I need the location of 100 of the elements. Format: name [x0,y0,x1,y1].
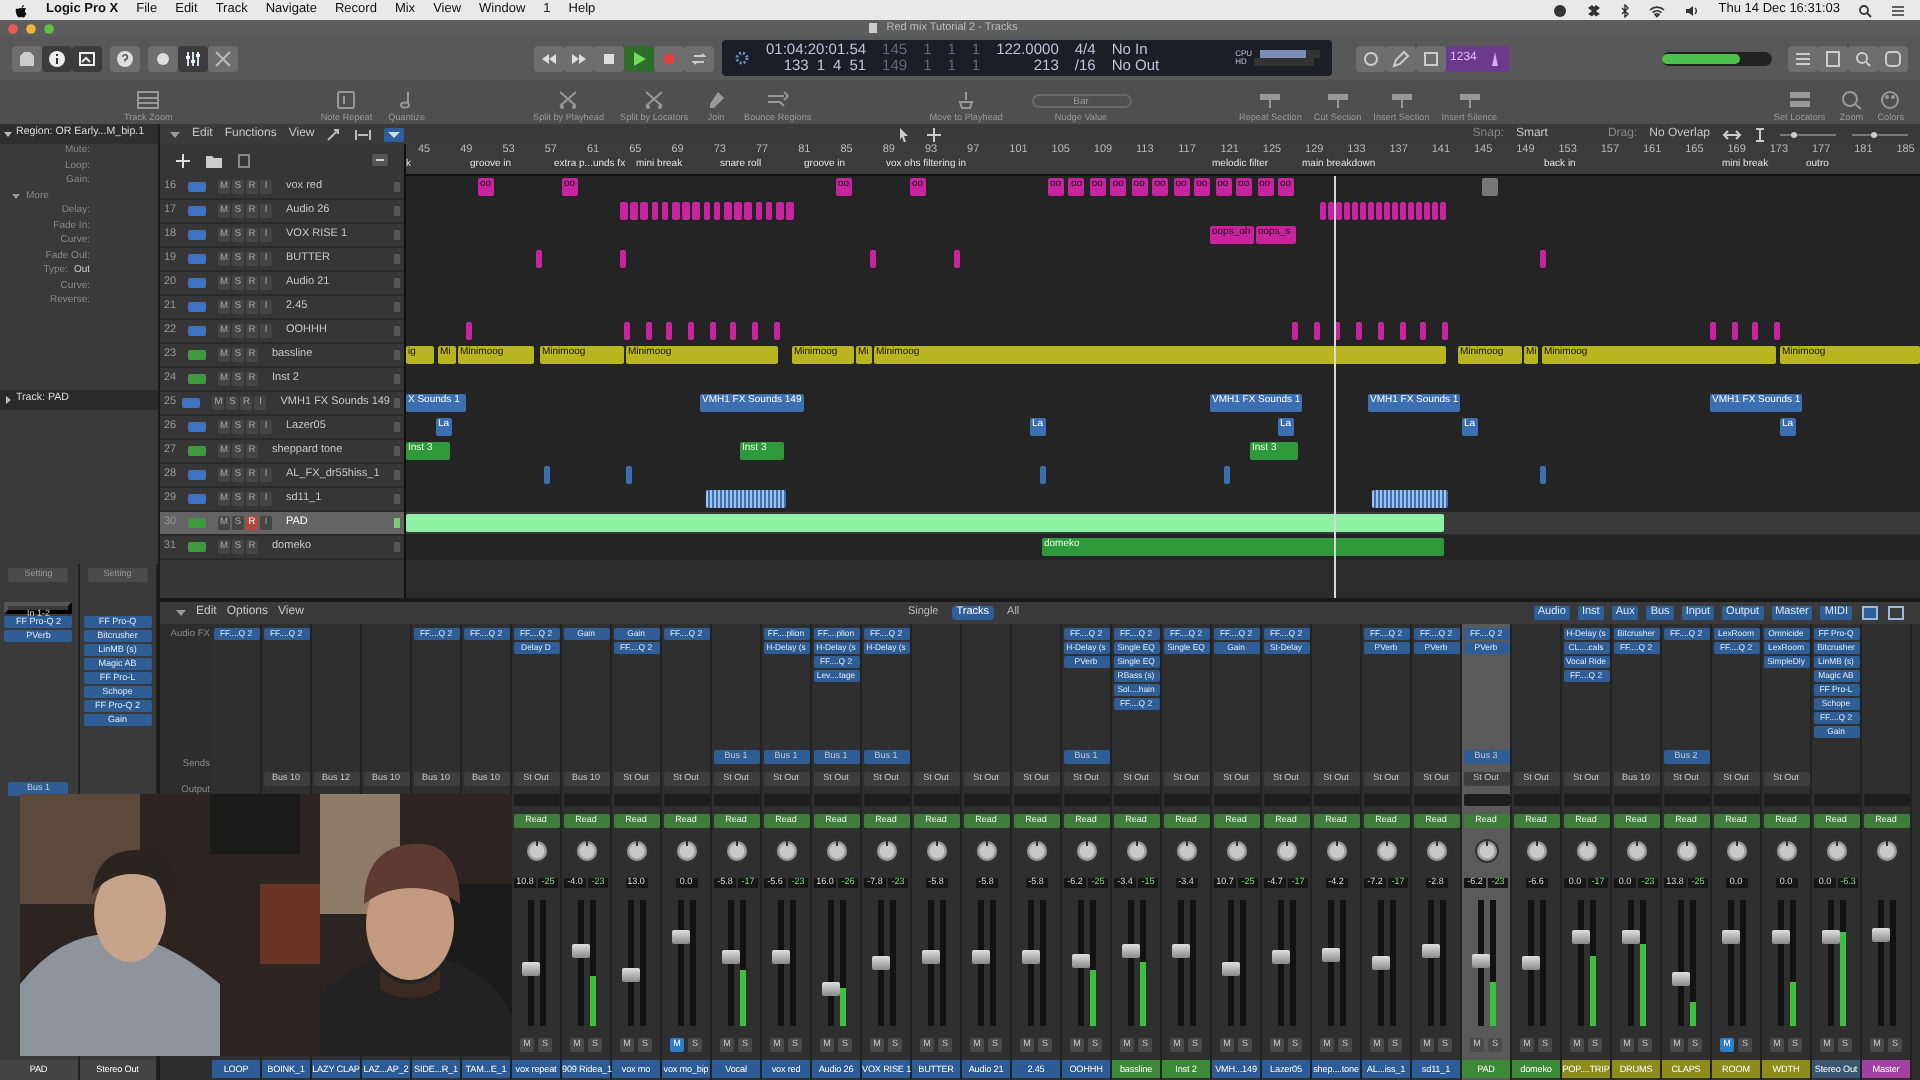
region-marker[interactable] [786,202,794,220]
region-marker[interactable] [536,250,542,268]
horizontal-zoom-slider-icon[interactable] [1850,127,1910,141]
pan-knob[interactable] [1523,838,1549,865]
region-marker[interactable] [776,202,783,220]
pan-knob[interactable] [1123,838,1149,865]
region-marker[interactable] [1392,202,1398,220]
region-marker[interactable] [1377,322,1384,340]
region-marker[interactable] [1292,322,1298,340]
metronome-button[interactable] [1480,45,1511,71]
region-marker[interactable] [1408,202,1414,220]
smart-controls-button[interactable] [148,45,178,71]
pan-knob[interactable] [773,838,799,865]
stop-button[interactable] [594,45,624,71]
region-marker[interactable] [1356,322,1363,340]
region[interactable] [1372,490,1448,508]
region-marker[interactable] [870,250,876,268]
region[interactable] [706,490,786,508]
region-marker[interactable] [666,322,672,340]
region-marker[interactable] [710,322,716,340]
pan-knob[interactable] [1023,838,1049,865]
crosshair-tool-icon[interactable] [926,127,943,141]
pan-knob[interactable] [1473,838,1499,865]
close-button[interactable] [8,23,18,33]
pan-knob[interactable] [1323,838,1349,865]
master-volume-slider[interactable] [1662,51,1772,65]
pan-knob[interactable] [1673,838,1699,865]
region-marker[interactable] [744,202,752,220]
pan-knob[interactable] [823,838,849,865]
pan-knob[interactable] [673,838,699,865]
region-marker[interactable] [1432,202,1438,220]
region-marker[interactable] [1376,202,1382,220]
pan-knob[interactable] [923,838,949,865]
region-marker[interactable] [755,202,763,220]
pan-knob[interactable] [1773,838,1799,865]
region-marker[interactable] [1424,202,1430,220]
region-marker[interactable] [646,322,652,340]
menu-icon[interactable] [1890,3,1906,17]
region-marker[interactable] [730,322,736,340]
pan-knob[interactable] [973,838,999,865]
region-marker[interactable] [1441,322,1448,340]
region-marker[interactable] [1368,202,1374,220]
play-button[interactable] [624,45,654,71]
pan-knob[interactable] [623,838,649,865]
region-marker[interactable] [1352,202,1358,220]
vertical-zoom-icon[interactable] [1754,127,1766,141]
pan-knob[interactable] [1823,838,1849,865]
region-marker[interactable] [661,202,669,220]
region-marker[interactable] [1384,202,1390,220]
region-marker[interactable] [1420,322,1427,340]
library-button[interactable] [12,45,42,71]
pan-knob[interactable] [1073,838,1099,865]
region-marker[interactable] [1313,322,1320,340]
pan-knob[interactable] [1573,838,1599,865]
region-marker[interactable] [713,202,721,220]
region-marker[interactable] [630,202,638,220]
add-track-icon[interactable] [176,153,190,167]
global-solo-icon[interactable] [238,153,250,167]
pan-knob[interactable] [1173,838,1199,865]
help-button[interactable] [110,45,140,71]
region-marker[interactable] [1400,202,1406,220]
region-marker[interactable] [1336,202,1342,220]
volume-icon[interactable] [1684,3,1701,17]
pan-knob[interactable] [523,838,549,865]
region-marker[interactable] [1360,202,1366,220]
region-marker[interactable] [1320,202,1326,220]
rewind-button[interactable] [534,45,564,71]
region-marker[interactable] [1731,322,1738,340]
region-marker[interactable] [624,322,630,340]
waveform-zoom-icon[interactable] [1722,127,1742,141]
list-button[interactable] [1788,45,1818,71]
solo-button[interactable] [1416,45,1447,71]
inspector-button[interactable] [42,45,72,71]
search-icon[interactable] [1858,3,1872,17]
region-marker[interactable] [752,322,758,340]
region-marker[interactable] [672,202,679,220]
region-marker[interactable] [1416,202,1422,220]
disclosure-icon[interactable] [170,129,180,139]
region-marker[interactable] [734,202,742,220]
region-marker[interactable] [1540,250,1546,268]
pan-knob[interactable] [1623,838,1649,865]
region-marker[interactable] [626,466,632,484]
region-marker[interactable] [1774,322,1781,340]
region-marker[interactable] [640,202,648,220]
region-marker[interactable] [1399,322,1405,340]
region-marker[interactable] [1752,322,1759,340]
pan-knob[interactable] [1873,838,1899,865]
region-marker[interactable] [774,322,780,340]
vertical-zoom-slider-icon[interactable] [1778,127,1838,141]
status-icon[interactable] [1552,3,1569,17]
pan-knob[interactable] [1273,838,1299,865]
region-marker[interactable] [1224,466,1230,484]
region-marker[interactable] [1482,178,1498,196]
region-marker[interactable] [682,202,690,220]
collapse-icon[interactable] [372,154,388,166]
region-marker[interactable] [1328,202,1334,220]
region-marker[interactable] [1440,202,1446,220]
region-marker[interactable] [620,250,626,268]
editors-button[interactable] [208,45,238,71]
pan-knob[interactable] [1373,838,1399,865]
